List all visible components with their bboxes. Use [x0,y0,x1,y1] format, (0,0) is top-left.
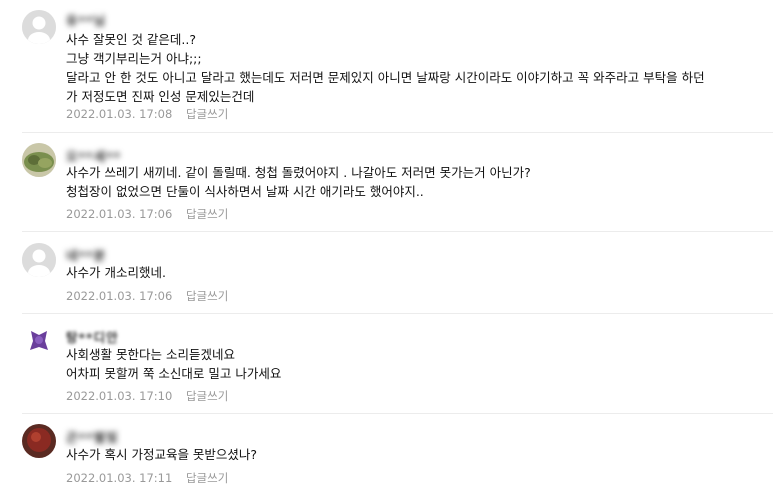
reply-button[interactable]: 답글쓰기 [186,107,228,121]
reply-button[interactable]: 답글쓰기 [186,289,228,303]
comment-line: 사수가 개소리했네. [66,265,166,280]
profile-photo-icon [22,143,56,177]
divider [22,313,773,314]
comment-date: 2022.01.03. 17:11 [66,471,173,485]
comment-date: 2022.01.03. 17:08 [66,107,173,121]
divider [22,413,773,414]
comment-line: 사수가 쓰레기 새끼네. 같이 돌릴때. 청첩 돌렸어야지 . 나갈아도 저러면… [66,165,531,180]
comment-date: 2022.01.03. 17:10 [66,389,173,403]
avatar[interactable] [22,243,56,277]
comment-list: 유**님 사수 잘못인 것 같은데..? 그냥 객기부리는거 아냐;;; 달라고… [0,0,773,495]
avatar[interactable] [22,424,56,458]
comment-text: 사수가 혹시 가정교육을 못받으셨나? [66,445,257,464]
comment-line: 청첩장이 없었으면 단둘이 식사하면서 날짜 시간 애기라도 했어야지.. [66,184,424,199]
comment-meta: 2022.01.03. 17:06 답글쓰기 [66,288,228,304]
comment-text: 사수 잘못인 것 같은데..? 그냥 객기부리는거 아냐;;; 달라고 안 한 … [66,30,705,106]
avatar[interactable] [22,143,56,177]
comment-text: 사수가 개소리했네. [66,263,166,282]
comment-meta: 2022.01.03. 17:11 답글쓰기 [66,470,228,486]
comment-username[interactable]: 네**분 [66,245,106,264]
comment-date: 2022.01.03. 17:06 [66,207,173,221]
profile-photo-icon [22,424,56,458]
comment-line: 그냥 객기부리는거 아냐;;; [66,51,202,66]
profile-photo-icon [22,323,56,357]
comment-line: 가 저정도면 진짜 인성 문제있는건데 [66,89,255,104]
comment-line: 어차피 못할꺼 쭉 소신대로 밀고 나가세요 [66,366,282,381]
avatar[interactable] [22,10,56,44]
reply-button[interactable]: 답글쓰기 [186,389,228,403]
comment-meta: 2022.01.03. 17:06 답글쓰기 [66,206,228,222]
comment-username[interactable]: 곤**별빛 [66,427,119,446]
comment-line: 달라고 안 한 것도 아니고 달라고 했는데도 저러면 문제있지 아니면 날짜랑… [66,70,705,85]
reply-button[interactable]: 답글쓰기 [186,207,228,221]
default-profile-icon [22,243,56,277]
avatar[interactable] [22,323,56,357]
comment-text: 사수가 쓰레기 새끼네. 같이 돌릴때. 청첩 돌렸어야지 . 나갈아도 저러면… [66,163,531,201]
reply-button[interactable]: 답글쓰기 [186,471,228,485]
comment-text: 사회생활 못한다는 소리듣겠네요 어차피 못할꺼 쭉 소신대로 밀고 나가세요 [66,345,281,383]
comment-username[interactable]: 유**님 [66,10,106,29]
comment-username[interactable]: 탕**디안 [66,327,119,346]
divider [22,231,773,232]
comment-meta: 2022.01.03. 17:08 답글쓰기 [66,106,228,122]
comment-line: 사수가 혹시 가정교육을 못받으셨나? [66,447,258,462]
default-profile-icon [22,10,56,44]
comment-line: 사수 잘못인 것 같은데..? [66,32,197,47]
divider [22,132,773,133]
comment-line: 사회생활 못한다는 소리듣겠네요 [66,347,235,362]
comment-date: 2022.01.03. 17:06 [66,289,173,303]
comment-meta: 2022.01.03. 17:10 답글쓰기 [66,388,228,404]
